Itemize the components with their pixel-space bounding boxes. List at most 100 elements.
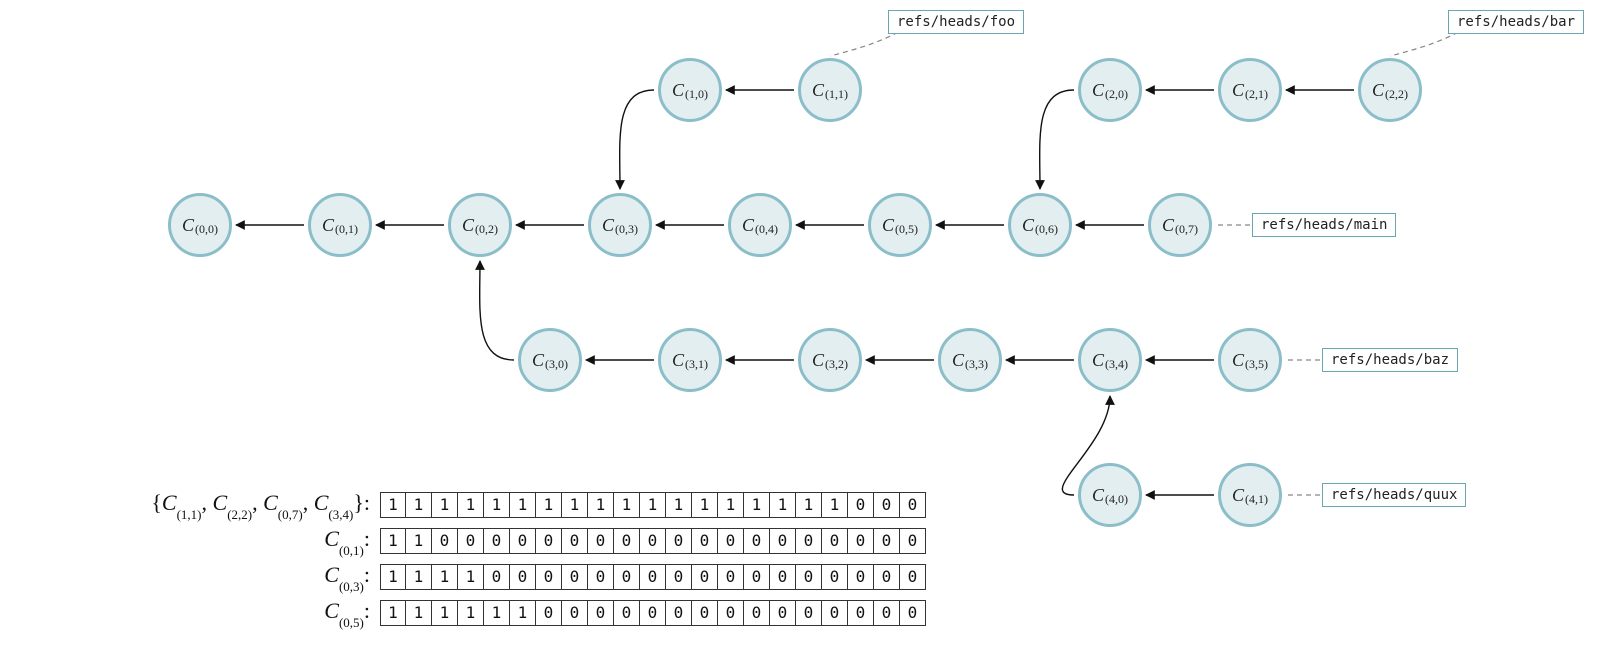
bit-cell: 0 [561,564,588,590]
commit-node-n34: C(3,4) [1078,328,1142,392]
commit-node-n04: C(0,4) [728,193,792,257]
bit-cell: 0 [743,564,770,590]
bitmap-row-label: C(0,1): [30,526,380,555]
bit-cell: 0 [535,564,562,590]
commit-node-n07: C(0,7) [1148,193,1212,257]
bit-cell: 1 [380,528,406,554]
bitmap-bits: 111111000000000000000 [380,600,926,626]
commit-node-n00: C(0,0) [168,193,232,257]
bit-cell: 1 [561,492,588,518]
ref-label: refs/heads/bar [1448,10,1584,34]
bit-cell: 1 [431,492,458,518]
commit-node-n05: C(0,5) [868,193,932,257]
bit-cell: 0 [717,564,744,590]
bit-cell: 1 [717,492,744,518]
git-commit-graph-diagram: C(0,0)C(0,1)C(0,2)C(0,3)C(0,4)C(0,5)C(0,… [0,0,1600,664]
commit-node-n06: C(0,6) [1008,193,1072,257]
bit-cell: 1 [431,564,458,590]
bit-cell: 0 [509,528,536,554]
bit-cell: 0 [613,564,640,590]
bit-cell: 0 [847,528,874,554]
bit-cell: 1 [457,564,484,590]
bit-cell: 1 [743,492,770,518]
bit-cell: 0 [873,528,900,554]
commit-node-n40: C(4,0) [1078,463,1142,527]
bit-cell: 0 [847,600,874,626]
bit-cell: 0 [665,564,692,590]
bitmap-bits: 110000000000000000000 [380,528,926,554]
commit-node-n41: C(4,1) [1218,463,1282,527]
bitmap-row-label: {C(1,1), C(2,2), C(0,7), C(3,4)}: [30,490,380,519]
bit-cell: 0 [509,564,536,590]
bit-cell: 0 [691,528,718,554]
bit-cell: 0 [483,528,510,554]
bit-cell: 0 [639,528,666,554]
bit-cell: 1 [509,600,536,626]
bit-cell: 0 [873,492,900,518]
bit-cell: 1 [639,492,666,518]
bit-cell: 0 [587,528,614,554]
bit-cell: 0 [665,528,692,554]
bit-cell: 1 [405,600,432,626]
bit-cell: 0 [431,528,458,554]
commit-node-n31: C(3,1) [658,328,722,392]
commit-node-n01: C(0,1) [308,193,372,257]
bit-cell: 1 [535,492,562,518]
commit-node-n02: C(0,2) [448,193,512,257]
bit-cell: 0 [561,600,588,626]
bit-cell: 0 [613,600,640,626]
bit-cell: 1 [457,600,484,626]
bit-cell: 0 [873,600,900,626]
bit-cell: 1 [405,492,432,518]
bit-cell: 0 [535,600,562,626]
commit-node-n20: C(2,0) [1078,58,1142,122]
bit-cell: 1 [509,492,536,518]
bit-cell: 1 [769,492,796,518]
bit-cell: 0 [691,600,718,626]
bit-cell: 0 [769,600,796,626]
bitmap-bits: 111100000000000000000 [380,564,926,590]
ref-label: refs/heads/baz [1322,348,1458,372]
ref-label: refs/heads/foo [888,10,1024,34]
bit-cell: 0 [899,600,926,626]
bit-cell: 1 [380,492,406,518]
bit-cell: 0 [795,564,822,590]
bit-cell: 0 [587,600,614,626]
bit-cell: 1 [457,492,484,518]
bit-cell: 0 [665,600,692,626]
bit-cell: 1 [431,600,458,626]
bit-cell: 1 [405,564,432,590]
bitmap-row-label: C(0,3): [30,562,380,591]
ref-label: refs/heads/main [1252,213,1396,237]
bit-cell: 0 [691,564,718,590]
bit-cell: 0 [899,492,926,518]
bit-cell: 0 [717,600,744,626]
bit-cell: 0 [743,600,770,626]
commit-node-n35: C(3,5) [1218,328,1282,392]
bit-cell: 1 [405,528,432,554]
ref-label: refs/heads/quux [1322,483,1466,507]
bitmap-bits: 111111111111111111000 [380,492,926,518]
bitmap-table: {C(1,1), C(2,2), C(0,7), C(3,4)}:1111111… [30,490,970,634]
bit-cell: 0 [769,528,796,554]
bit-cell: 0 [535,528,562,554]
bit-cell: 0 [847,564,874,590]
bit-cell: 0 [769,564,796,590]
bit-cell: 1 [380,600,406,626]
bit-cell: 0 [821,600,848,626]
bitmap-row: C(0,3):111100000000000000000 [30,562,970,592]
bit-cell: 1 [380,564,406,590]
bit-cell: 0 [639,600,666,626]
bit-cell: 1 [483,492,510,518]
bit-cell: 0 [821,564,848,590]
bit-cell: 0 [613,528,640,554]
bit-cell: 1 [665,492,692,518]
bitmap-row: {C(1,1), C(2,2), C(0,7), C(3,4)}:1111111… [30,490,970,520]
bit-cell: 0 [457,528,484,554]
bitmap-row: C(0,5):111111000000000000000 [30,598,970,628]
bit-cell: 1 [821,492,848,518]
bit-cell: 1 [587,492,614,518]
bit-cell: 1 [613,492,640,518]
bit-cell: 0 [873,564,900,590]
bit-cell: 1 [483,600,510,626]
